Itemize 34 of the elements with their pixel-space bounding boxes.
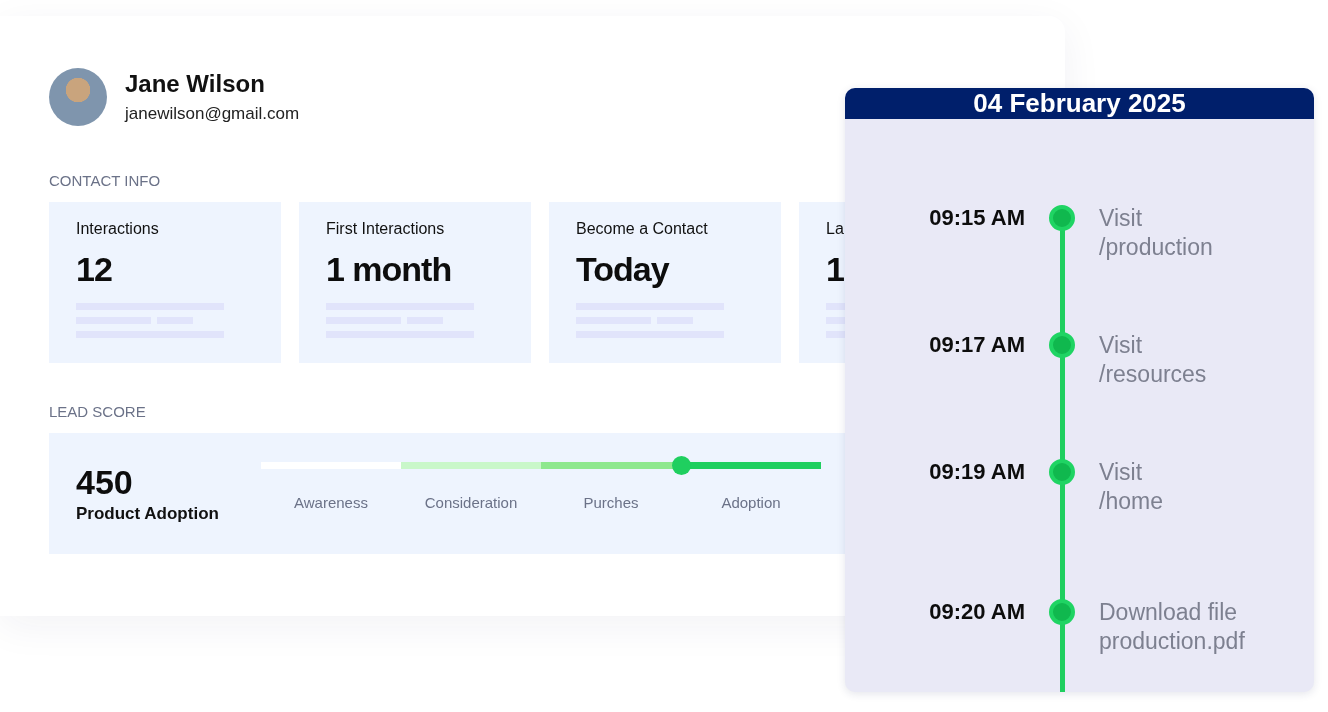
stat-label: First Interactions xyxy=(326,220,446,238)
stage-label: Adoption xyxy=(721,494,781,511)
event-target: /production xyxy=(1099,233,1213,262)
stat-value: 12 xyxy=(76,250,113,289)
stage-label: Purches xyxy=(583,494,639,511)
timeline-dot xyxy=(1049,599,1075,625)
section-heading: CONTACT INFO xyxy=(49,172,161,189)
timeline-dot xyxy=(1049,205,1075,231)
stat-value: Today xyxy=(576,250,671,289)
event-target: /home xyxy=(1099,487,1163,516)
event-target: /resources xyxy=(1099,360,1207,389)
avatar xyxy=(49,68,107,126)
stat-label: La xyxy=(826,220,845,238)
event-time: 09:20 AM xyxy=(929,599,1025,625)
event-action: Visit xyxy=(1099,458,1144,487)
section-heading: LEAD SCORE xyxy=(49,403,146,420)
event-action: Visit xyxy=(1099,331,1144,360)
event-action: Visit xyxy=(1099,204,1144,233)
event-action: Download file xyxy=(1099,598,1239,627)
stage-label: Awareness xyxy=(294,494,368,511)
stat-label: Become a Contact xyxy=(576,220,709,238)
timeline-date: 04 February 2025 xyxy=(845,88,1314,119)
event-target: production.pdf xyxy=(1099,627,1245,656)
event-time: 09:15 AM xyxy=(929,205,1025,231)
stat-value: 1 xyxy=(826,250,845,289)
event-time: 09:19 AM xyxy=(929,459,1025,485)
contact-name: Jane Wilson xyxy=(125,70,266,98)
stat-label: Interactions xyxy=(76,220,160,238)
contact-email: janewilson@gmail.com xyxy=(125,104,300,124)
stage-name: Product Adoption xyxy=(76,504,220,524)
stat-value: 1 month xyxy=(326,250,453,289)
event-time: 09:17 AM xyxy=(929,332,1025,358)
score-value: 450 xyxy=(76,463,134,502)
stage-label: Consideration xyxy=(424,494,518,511)
